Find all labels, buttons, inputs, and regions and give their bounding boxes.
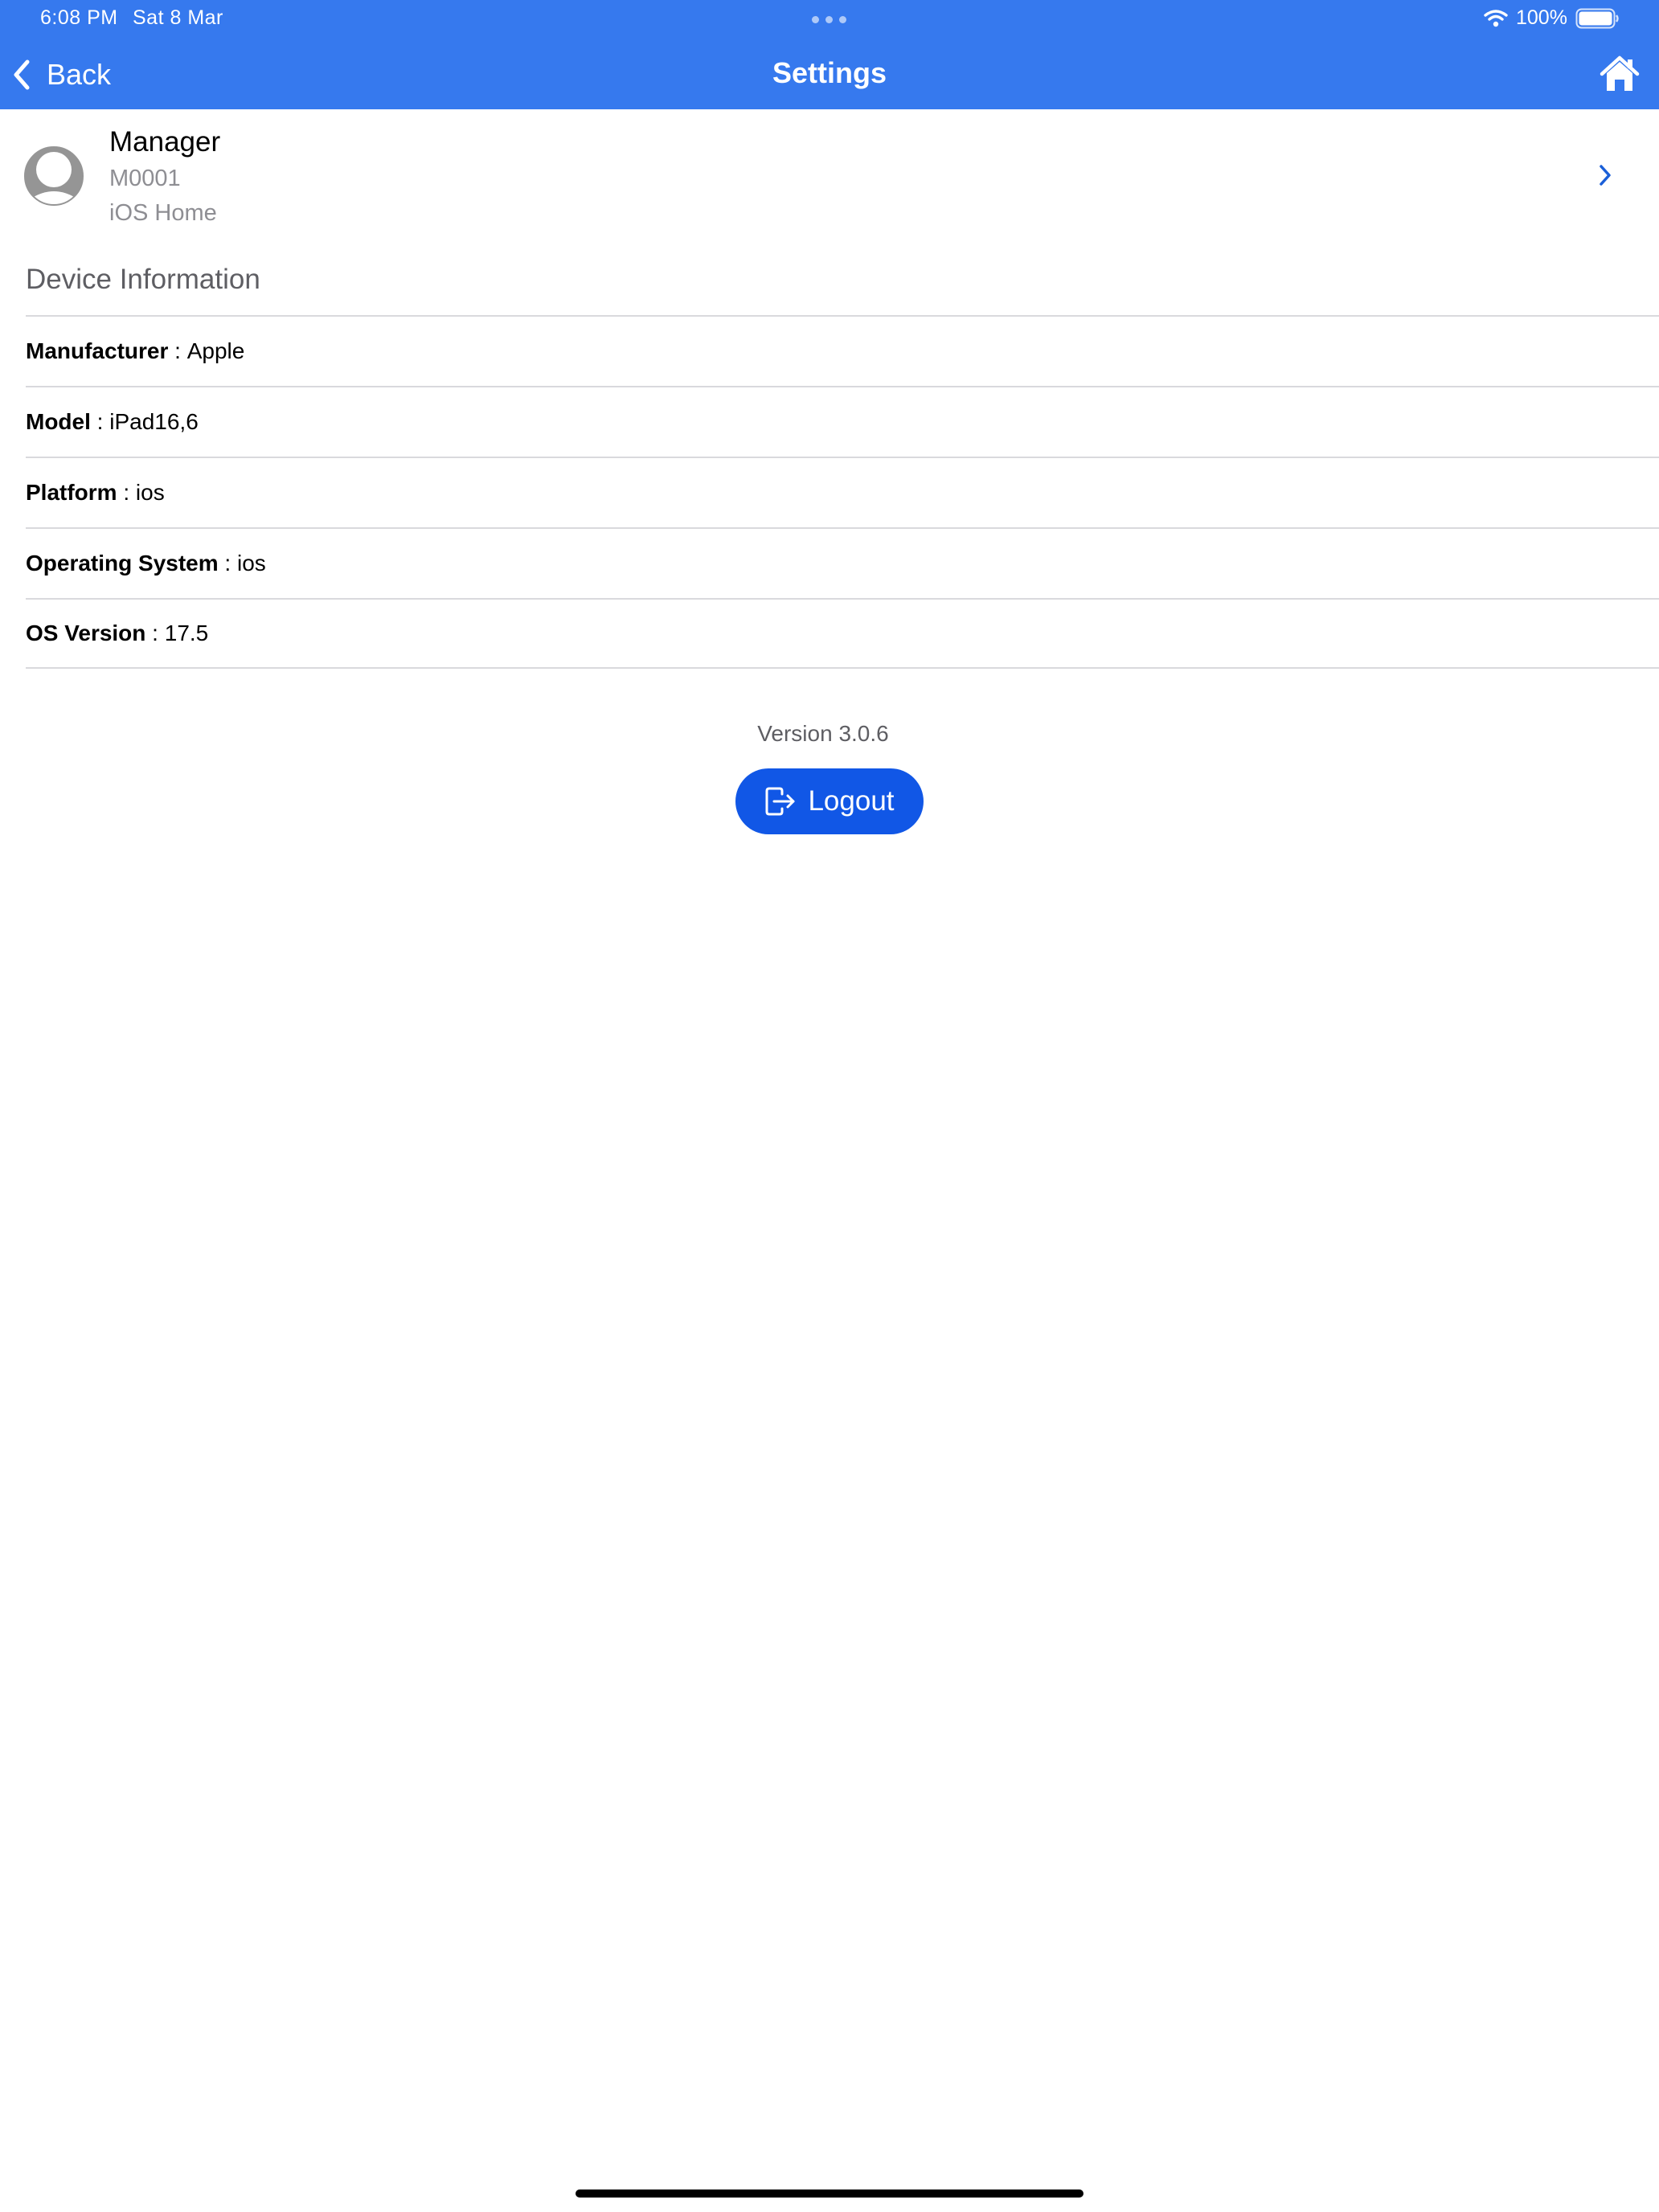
status-date: Sat 8 Mar	[133, 6, 223, 29]
battery-percentage: 100%	[1516, 6, 1567, 29]
app-version: Version 3.0.6	[757, 721, 889, 746]
info-row-platform: Platform : ios	[26, 457, 1659, 527]
info-row-model: Model : iPad16,6	[26, 386, 1659, 457]
logout-icon	[765, 787, 795, 816]
info-key: Platform	[26, 480, 117, 505]
profile-name: Manager	[109, 126, 221, 158]
avatar-icon	[24, 146, 84, 206]
info-row-manufacturer: Manufacturer : Apple	[26, 315, 1659, 386]
home-icon[interactable]	[1600, 55, 1640, 93]
info-row-os-version: OS Version : 17.5	[26, 598, 1659, 669]
info-separator: :	[168, 338, 187, 363]
info-separator: :	[90, 409, 110, 434]
logout-button[interactable]: Logout	[735, 768, 924, 834]
info-key: Manufacturer	[26, 338, 169, 363]
info-value: ios	[135, 480, 165, 505]
chevron-left-icon	[14, 59, 30, 90]
wifi-icon	[1484, 10, 1508, 27]
profile-row[interactable]: Manager M0001 iOS Home	[0, 110, 1659, 231]
info-separator: :	[145, 621, 165, 645]
settings-screen: 6:08 PM Sat 8 Mar 100% Back Settings Man…	[0, 0, 1659, 2212]
logout-label: Logout	[808, 785, 895, 817]
info-value: iPad16,6	[109, 409, 199, 434]
profile-subtitle: iOS Home	[109, 200, 217, 226]
status-time: 6:08 PM	[40, 6, 118, 29]
page-title: Settings	[772, 56, 887, 89]
info-key: Operating System	[26, 551, 219, 576]
info-key: OS Version	[26, 621, 146, 645]
info-value: Apple	[186, 338, 245, 363]
device-information-heading: Device Information	[26, 264, 260, 295]
info-value: 17.5	[164, 621, 209, 645]
back-label: Back	[47, 58, 112, 91]
info-row-operating-system: Operating System : ios	[26, 527, 1659, 598]
info-key: Model	[26, 409, 91, 434]
navigation-header: 6:08 PM Sat 8 Mar 100% Back Settings	[0, 0, 1659, 109]
chevron-right-icon[interactable]	[1598, 163, 1612, 187]
multitasking-dots[interactable]	[812, 16, 846, 23]
battery-icon	[1575, 8, 1619, 29]
home-indicator[interactable]	[576, 2189, 1083, 2198]
info-separator: :	[218, 551, 237, 576]
device-info-list: Manufacturer : Apple Model : iPad16,6 Pl…	[26, 315, 1659, 669]
back-button[interactable]: Back	[11, 55, 111, 95]
profile-id: M0001	[109, 166, 181, 191]
info-value: ios	[236, 551, 266, 576]
info-separator: :	[117, 480, 136, 505]
